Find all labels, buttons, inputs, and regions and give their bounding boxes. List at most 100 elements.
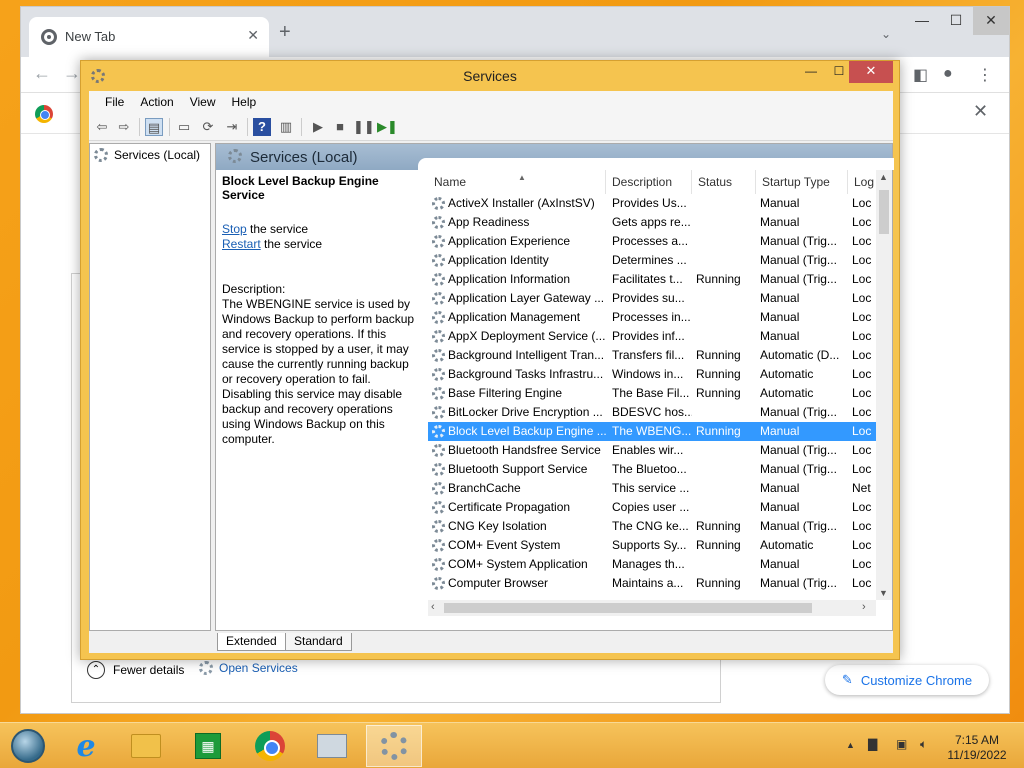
service-row[interactable]: COM+ Event System Supports Sy... Running Au… xyxy=(428,536,876,555)
tree-item-services-local[interactable]: Services (Local) xyxy=(94,148,200,162)
service-row[interactable]: BranchCache This service ... Manual Net xyxy=(428,479,876,498)
service-description: Processes a... xyxy=(612,234,689,248)
services-minimize-button[interactable]: — xyxy=(797,61,825,83)
profile-avatar-icon[interactable]: ● xyxy=(943,65,953,83)
service-row[interactable]: Block Level Backup Engine ... The WBENG..… xyxy=(428,422,876,441)
back-icon[interactable]: ⇦ xyxy=(93,118,111,136)
service-row[interactable]: Application Management Processes in... Man… xyxy=(428,308,876,327)
service-row[interactable]: COM+ System Application Manages th... Manu… xyxy=(428,555,876,574)
service-row[interactable]: AppX Deployment Service (... Provides inf… xyxy=(428,327,876,346)
tab-extended[interactable]: Extended xyxy=(217,633,286,651)
service-row[interactable]: Application Identity Determines ... Manual… xyxy=(428,251,876,270)
horizontal-scrollbar[interactable]: ‹ › xyxy=(428,600,876,616)
show-hidden-icons-icon[interactable]: ▲ xyxy=(846,740,855,750)
network-icon[interactable]: ▣ xyxy=(896,737,907,751)
service-row[interactable]: Base Filtering Engine The Base Fil... Runn… xyxy=(428,384,876,403)
scroll-left-icon[interactable]: ‹ xyxy=(431,601,435,613)
taskbar-chrome[interactable] xyxy=(242,725,298,767)
chrome-close-button[interactable]: ✕ xyxy=(973,7,1009,35)
pause-service-icon[interactable]: ❚❚ xyxy=(353,118,375,136)
taskbar-internet-explorer[interactable]: e xyxy=(58,725,114,767)
horizontal-scroll-thumb[interactable] xyxy=(444,603,812,613)
taskbar-services[interactable] xyxy=(366,725,422,767)
show-action-pane-icon[interactable]: ▥ xyxy=(277,118,295,136)
volume-icon[interactable]: 🔈︎ xyxy=(920,737,927,752)
action-center-flag-icon[interactable]: ▇ xyxy=(868,737,877,751)
taskbar-file-explorer[interactable] xyxy=(118,725,174,767)
scroll-down-icon[interactable]: ▼ xyxy=(879,588,888,598)
forward-arrow-icon[interactable]: → xyxy=(63,63,81,84)
service-log-on-as: Loc xyxy=(852,443,872,457)
service-name: App Readiness xyxy=(448,215,530,229)
tab-close-icon[interactable]: ✕ xyxy=(247,27,259,44)
scroll-up-icon[interactable]: ▲ xyxy=(879,172,888,182)
tab-standard[interactable]: Standard xyxy=(285,633,352,651)
service-row[interactable]: Bluetooth Handsfree Service Enables wir..… xyxy=(428,441,876,460)
service-row[interactable]: App Readiness Gets apps re... Manual Loc xyxy=(428,213,876,232)
side-panel-icon[interactable]: ◧ xyxy=(913,65,928,85)
menu-help[interactable]: Help xyxy=(224,95,265,109)
service-description: Maintains a... xyxy=(612,576,684,590)
taskbar-task-manager[interactable] xyxy=(304,725,360,767)
banner-close-icon[interactable]: ✕ xyxy=(973,101,988,122)
service-row[interactable]: Certificate Propagation Copies user ... Ma… xyxy=(428,498,876,517)
start-button[interactable] xyxy=(0,725,56,767)
service-row[interactable]: Background Intelligent Tran... Transfers … xyxy=(428,346,876,365)
start-service-icon[interactable]: ▶ xyxy=(309,118,327,136)
service-row[interactable]: ActiveX Installer (AxInstSV) Provides Us.… xyxy=(428,194,876,213)
menu-action[interactable]: Action xyxy=(132,95,181,109)
service-name: COM+ Event System xyxy=(448,538,561,552)
service-name: Application Experience xyxy=(448,234,571,248)
fewer-details-button[interactable]: ⌃ Fewer details xyxy=(87,661,184,679)
column-header-startup-type[interactable]: Startup Type xyxy=(756,170,848,194)
menu-file[interactable]: File xyxy=(97,95,132,109)
service-row[interactable]: Application Layer Gateway ... Provides su… xyxy=(428,289,876,308)
stop-service-link[interactable]: Stop xyxy=(222,222,247,236)
refresh-icon[interactable]: ⟳ xyxy=(199,118,217,136)
chrome-minimize-button[interactable]: — xyxy=(905,7,939,35)
open-services-link[interactable]: Open Services xyxy=(199,661,298,675)
chrome-maximize-button[interactable]: ☐ xyxy=(939,7,973,35)
service-row[interactable]: CNG Key Isolation The CNG ke... Running Man… xyxy=(428,517,876,536)
service-log-on-as: Loc xyxy=(852,538,872,552)
properties-icon[interactable]: ▭ xyxy=(175,118,193,136)
vertical-scroll-thumb[interactable] xyxy=(879,190,889,234)
chrome-tab-icon xyxy=(41,29,57,45)
taskbar-clock[interactable]: 7:15 AM 11/19/2022 xyxy=(940,733,1014,763)
service-row[interactable]: Background Tasks Infrastru... Windows in.… xyxy=(428,365,876,384)
service-startup-type: Manual xyxy=(760,329,800,343)
services-titlebar[interactable]: Services — ☐ ✕ xyxy=(81,61,899,91)
column-header-description[interactable]: Description xyxy=(606,170,692,194)
column-header-status[interactable]: Status xyxy=(692,170,756,194)
services-close-button[interactable]: ✕ xyxy=(849,61,893,83)
forward-icon[interactable]: ⇨ xyxy=(115,118,133,136)
chrome-tab-new-tab[interactable]: New Tab ✕ xyxy=(29,17,269,57)
restart-service-link[interactable]: Restart xyxy=(222,237,261,251)
help-icon[interactable]: ? xyxy=(253,118,271,136)
stop-service-icon[interactable]: ■ xyxy=(331,118,349,136)
service-row[interactable]: Application Information Facilitates t... R… xyxy=(428,270,876,289)
column-header-name[interactable]: ▲ Name xyxy=(428,170,606,194)
export-list-icon[interactable]: ⇥ xyxy=(223,118,241,136)
service-row[interactable]: Computer Browser Maintains a... Running Man… xyxy=(428,574,876,593)
service-name: Bluetooth Handsfree Service xyxy=(448,443,601,457)
service-row[interactable]: Bluetooth Support Service The Bluetoo... M… xyxy=(428,460,876,479)
new-tab-button[interactable]: + xyxy=(279,22,291,42)
gear-icon xyxy=(94,148,108,162)
service-description: Processes in... xyxy=(612,310,691,324)
service-name: AppX Deployment Service (... xyxy=(448,329,606,343)
service-row[interactable]: BitLocker Drive Encryption ... BDESVC hos… xyxy=(428,403,876,422)
taskbar-store[interactable]: ▦ xyxy=(180,725,236,767)
menu-view[interactable]: View xyxy=(182,95,224,109)
service-row[interactable]: Application Experience Processes a... Manu… xyxy=(428,232,876,251)
vertical-scrollbar[interactable]: ▲ ▼ xyxy=(876,170,892,600)
toolbar-separator xyxy=(301,118,302,136)
customize-chrome-button[interactable]: ✎ Customize Chrome xyxy=(825,665,989,695)
restart-service-icon[interactable]: ▶❚ xyxy=(377,118,398,136)
service-startup-type: Automatic xyxy=(760,538,814,552)
tab-search-icon[interactable]: ⌄ xyxy=(881,27,891,41)
chrome-menu-icon[interactable]: ⋮ xyxy=(977,65,993,85)
back-arrow-icon[interactable]: ← xyxy=(33,63,51,84)
scroll-right-icon[interactable]: › xyxy=(862,601,866,613)
show-hide-console-tree-icon[interactable]: ▤ xyxy=(145,118,163,136)
